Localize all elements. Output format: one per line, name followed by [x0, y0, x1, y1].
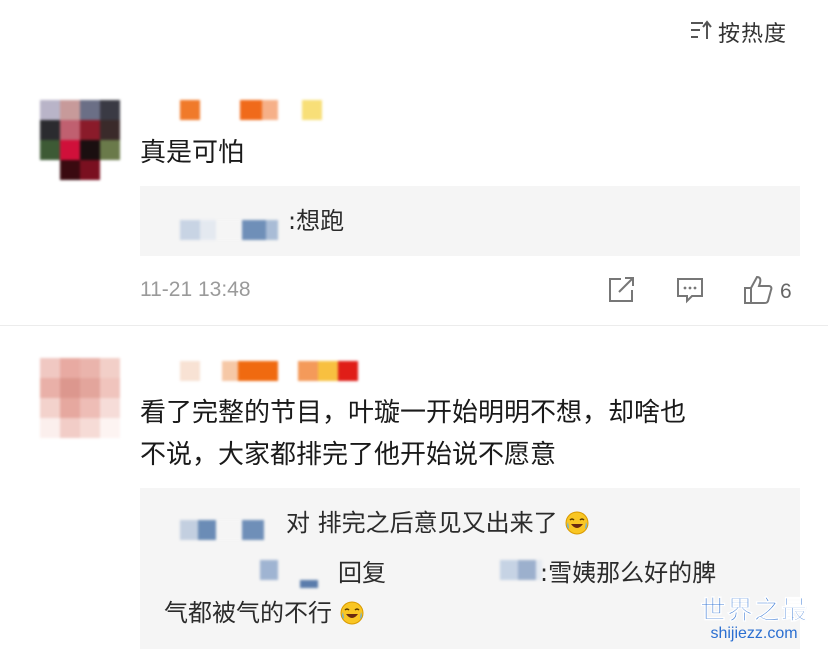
thumbs-up-icon	[742, 274, 774, 310]
comment-text-line2: 不说，大家都排完了他开始说不愿意	[140, 440, 557, 470]
reply-word[interactable]: 回复	[338, 556, 386, 590]
username[interactable]	[180, 100, 322, 120]
comment-text: 真是可怕	[140, 138, 245, 168]
reply-text-content: 对 排完之后意见又出来了	[286, 509, 558, 537]
sort-by-hot-button[interactable]: 按热度	[690, 16, 787, 48]
timestamp: 11-21 13:48	[140, 278, 251, 301]
reply-button[interactable]	[675, 276, 705, 308]
reply-username[interactable]	[260, 560, 278, 580]
reply-username[interactable]	[180, 520, 264, 540]
watermark-title: 世界之最	[700, 596, 809, 627]
reply-text-tail: :雪姨那么好的脾	[540, 559, 717, 587]
username[interactable]	[180, 361, 358, 381]
sort-label: 按热度	[718, 22, 788, 47]
reply-text-line2: 气都被气的不行	[164, 596, 364, 630]
avatar[interactable]	[40, 358, 120, 438]
reply-box: :想跑	[140, 186, 800, 256]
comment-icon	[675, 276, 705, 308]
watermark-url: shijiezz.com	[710, 625, 798, 642]
watermark-logo: 世界之最 shijiezz.com	[700, 590, 808, 643]
like-button[interactable]: 6	[742, 274, 792, 310]
divider	[0, 325, 828, 326]
like-count: 6	[780, 280, 792, 303]
avatar[interactable]	[40, 100, 120, 180]
share-button[interactable]	[607, 276, 637, 308]
sort-icon	[690, 19, 712, 45]
replied-username[interactable]	[500, 560, 542, 580]
reply-username[interactable]	[180, 220, 278, 240]
laughing-tears-emoji-icon	[340, 600, 364, 625]
reply-text-content: 气都被气的不行	[164, 599, 332, 627]
reply-text: 对 排完之后意见又出来了	[286, 506, 589, 540]
comment-text-line1: 看了完整的节目，叶璇一开始明明不想，却啥也	[140, 398, 687, 428]
reply-text: :想跑	[288, 207, 345, 235]
share-icon	[607, 276, 637, 308]
reply-username-fragment	[300, 580, 318, 588]
laughing-tears-emoji-icon	[565, 510, 589, 535]
